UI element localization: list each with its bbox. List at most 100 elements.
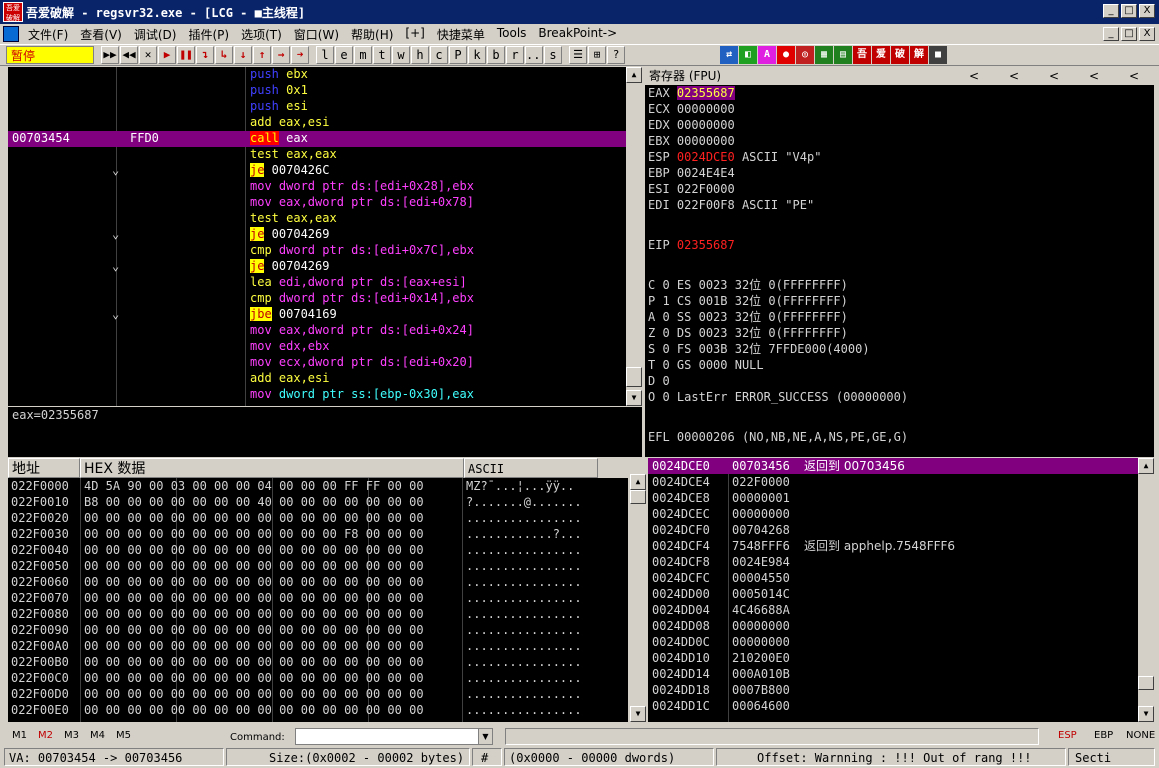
- plugin-button-1-icon[interactable]: ◧: [739, 46, 757, 64]
- follow-none[interactable]: NONE: [1126, 730, 1155, 741]
- register-value[interactable]: 00000206 (NO,NB,NE,A,NS,PE,GE,G): [677, 430, 908, 444]
- stack-row[interactable]: 0024DCE0 00703456 返回到 00703456: [648, 458, 1138, 474]
- window-button-4[interactable]: w: [392, 46, 410, 64]
- menu-item-10[interactable]: BreakPoint->: [532, 26, 623, 43]
- dump-row[interactable]: 022F0000 4D 5A 90 00 03 00 00 00 04 00 00…: [8, 478, 628, 494]
- register-value[interactable]: CS 001B 32位 0(FFFFFFFF): [677, 294, 848, 308]
- stack-row[interactable]: 0024DD14 000A010B: [648, 666, 1138, 682]
- disasm-row[interactable]: 00703466 ⌄ 0F84 FD0D0000 je 00704269: [8, 227, 626, 243]
- memory-dump-pane[interactable]: 022F0000 4D 5A 90 00 03 00 00 00 04 00 00…: [8, 478, 628, 722]
- chevron-down-icon[interactable]: ▼: [478, 729, 492, 744]
- dump-row[interactable]: 022F0030 00 00 00 00 00 00 00 00 00 00 00…: [8, 526, 628, 542]
- register-value[interactable]: 02355687: [677, 238, 735, 252]
- dump-ascii-header[interactable]: ASCII: [464, 458, 598, 478]
- mem-tab-m5[interactable]: M5: [116, 730, 131, 741]
- stack-row[interactable]: 0024DD0C 00000000: [648, 634, 1138, 650]
- plugin-button-10-icon[interactable]: 解: [910, 46, 928, 64]
- toolbar-button-0-icon[interactable]: ▶▶: [101, 46, 119, 64]
- window-button-6[interactable]: c: [430, 46, 448, 64]
- register-line[interactable]: [648, 253, 1154, 269]
- register-line[interactable]: T 0 GS 0000 NULL: [648, 357, 1154, 373]
- stack-row[interactable]: 0024DCF4 7548FFF6 返回到 apphelp.7548FFF6: [648, 538, 1138, 554]
- dump-row[interactable]: 022F0090 00 00 00 00 00 00 00 00 00 00 00…: [8, 622, 628, 638]
- stack-row[interactable]: 0024DD18 0007B800: [648, 682, 1138, 698]
- toolbar-extra-1-icon[interactable]: ⊞: [588, 46, 606, 64]
- register-line[interactable]: EFL 00000206 (NO,NB,NE,A,NS,PE,GE,G): [648, 429, 1154, 445]
- plugin-button-5-icon[interactable]: ▦: [815, 46, 833, 64]
- window-button-12[interactable]: s: [544, 46, 562, 64]
- command-input[interactable]: ▼: [295, 728, 493, 745]
- mem-tab-m1[interactable]: M1: [12, 730, 27, 741]
- stack-row[interactable]: 0024DCF8 0024E984: [648, 554, 1138, 570]
- stack-row[interactable]: 0024DD00 0005014C: [648, 586, 1138, 602]
- toolbar-button-1-icon[interactable]: ◀◀: [120, 46, 138, 64]
- register-line[interactable]: C 0 ES 0023 32位 0(FFFFFFFF): [648, 277, 1154, 293]
- register-line[interactable]: [648, 445, 1154, 457]
- stack-row[interactable]: 0024DD10 210200E0: [648, 650, 1138, 666]
- reg-view-arrow-0-icon[interactable]: <: [954, 67, 994, 85]
- register-line[interactable]: EBP 0024E4E4: [648, 165, 1154, 181]
- register-line[interactable]: EDI 022F00F8 ASCII "PE": [648, 197, 1154, 213]
- scroll-down-icon[interactable]: ▼: [626, 390, 642, 406]
- register-value[interactable]: 00000000: [677, 102, 735, 116]
- register-line[interactable]: Z 0 DS 0023 32位 0(FFFFFFFF): [648, 325, 1154, 341]
- register-value[interactable]: 00000000: [677, 118, 735, 132]
- dump-scrollbar[interactable]: ▲ ▼: [630, 474, 646, 722]
- stack-row[interactable]: 0024DCE4 022F0000: [648, 474, 1138, 490]
- menu-item-2[interactable]: 调试(D): [128, 26, 183, 43]
- plugin-button-11-icon[interactable]: ■: [929, 46, 947, 64]
- disasm-row[interactable]: 0070344E 53 push ebx: [8, 67, 626, 83]
- register-value[interactable]: ES 0023 32位 0(FFFFFFFF): [677, 278, 848, 292]
- mdi-minimize-button[interactable]: _: [1103, 27, 1119, 41]
- disasm-row[interactable]: 00703484 8BD3 mov edx,ebx: [8, 339, 626, 355]
- scroll-up-icon[interactable]: ▲: [630, 474, 646, 490]
- disasm-row[interactable]: 00703475 8D3C30 lea edi,dword ptr ds:[eax+…: [8, 275, 626, 291]
- register-line[interactable]: O 0 LastErr ERROR_SUCCESS (00000000): [648, 389, 1154, 405]
- mem-tab-m4[interactable]: M4: [90, 730, 105, 741]
- registers-pane[interactable]: 寄存器 (FPU) < < < < < EAX 02355687 ECX 00000000…: [645, 67, 1154, 457]
- toolbar-button-8-icon[interactable]: ↑: [253, 46, 271, 64]
- follow-ebp[interactable]: EBP: [1094, 730, 1113, 741]
- dump-row[interactable]: 022F00E0 00 00 00 00 00 00 00 00 00 00 00…: [8, 702, 628, 718]
- toolbar-button-9-icon[interactable]: →: [272, 46, 290, 64]
- disasm-row[interactable]: 0070345E 895F 28 mov dword ptr ds:[edi+0x2…: [8, 179, 626, 195]
- disasm-row[interactable]: 00703486 8B4F 20 mov ecx,dword ptr ds:[edi…: [8, 355, 626, 371]
- register-value[interactable]: DS 0023 32位 0(FFFFFFFF): [677, 326, 848, 340]
- register-line[interactable]: EDX 00000000: [648, 117, 1154, 133]
- reg-view-arrow-3-icon[interactable]: <: [1074, 67, 1114, 85]
- stack-row[interactable]: 0024DCFC 00004550: [648, 570, 1138, 586]
- disassembly-scrollbar[interactable]: ▲ ▼: [626, 67, 642, 406]
- register-line[interactable]: [648, 405, 1154, 421]
- disasm-row[interactable]: 00703478 395F 14 cmp dword ptr ds:[edi+0x1…: [8, 291, 626, 307]
- register-value[interactable]: 0024E4E4: [677, 166, 735, 180]
- stack-row[interactable]: 0024DD08 00000000: [648, 618, 1138, 634]
- register-value[interactable]: 00000000: [677, 134, 735, 148]
- menu-item-0[interactable]: 文件(F): [22, 26, 74, 43]
- reg-view-arrow-4-icon[interactable]: <: [1114, 67, 1154, 85]
- reg-view-arrow-1-icon[interactable]: <: [994, 67, 1034, 85]
- dump-row[interactable]: 022F0040 00 00 00 00 00 00 00 00 00 00 00…: [8, 542, 628, 558]
- plugin-button-4-icon[interactable]: ◎: [796, 46, 814, 64]
- toolbar-extra-2-icon[interactable]: ?: [607, 46, 625, 64]
- scroll-down-icon[interactable]: ▼: [630, 706, 646, 722]
- disassembly-pane[interactable]: 0070344E 53 push ebx 0070344F 6A 01 push 0x1 0…: [8, 67, 626, 406]
- toolbar-button-2-icon[interactable]: ✕: [139, 46, 157, 64]
- toolbar-button-6-icon[interactable]: ↳: [215, 46, 233, 64]
- toolbar-extra-0-icon[interactable]: ☰: [569, 46, 587, 64]
- maximize-button[interactable]: □: [1121, 4, 1137, 18]
- app-icon[interactable]: [3, 26, 19, 42]
- stack-row[interactable]: 0024DD04 4C46688A: [648, 602, 1138, 618]
- dump-row[interactable]: 022F0060 00 00 00 00 00 00 00 00 00 00 00…: [8, 574, 628, 590]
- dump-row[interactable]: 022F0020 00 00 00 00 00 00 00 00 00 00 00…: [8, 510, 628, 526]
- mdi-close-button[interactable]: X: [1139, 27, 1155, 41]
- stack-row[interactable]: 0024DCF0 00704268: [648, 522, 1138, 538]
- menu-item-6[interactable]: 帮助(H): [345, 26, 399, 43]
- dump-row[interactable]: 022F0080 00 00 00 00 00 00 00 00 00 00 00…: [8, 606, 628, 622]
- menu-item-8[interactable]: 快捷菜单: [431, 26, 491, 43]
- toolbar-button-5-icon[interactable]: ↴: [196, 46, 214, 64]
- register-value[interactable]: FS 003B 32位 7FFDE000(4000): [677, 342, 870, 356]
- disasm-row[interactable]: 00703489 03C6 add eax,esi: [8, 371, 626, 387]
- minimize-button[interactable]: _: [1103, 4, 1119, 18]
- plugin-button-3-icon[interactable]: ●: [777, 46, 795, 64]
- disasm-row[interactable]: 00703454 FFD0 call eax: [8, 131, 626, 147]
